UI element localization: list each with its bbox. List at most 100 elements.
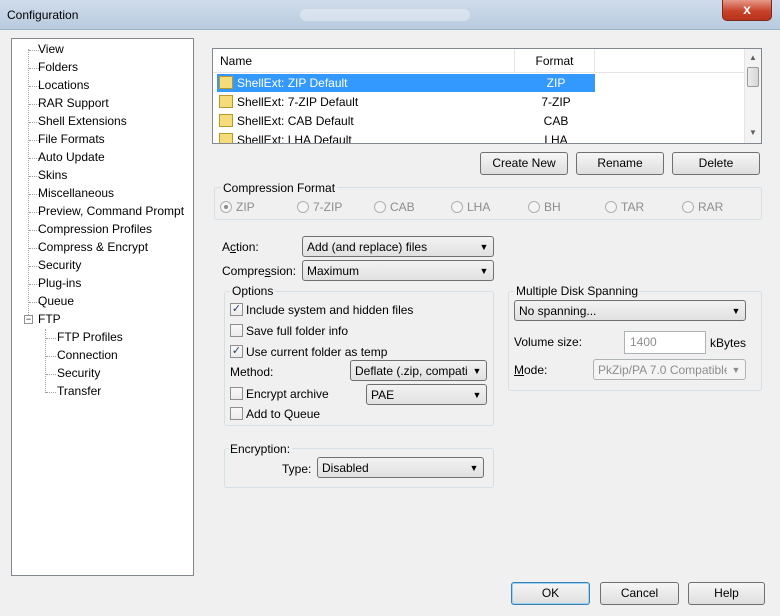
profile-icon	[219, 76, 233, 89]
column-header-name[interactable]: Name	[213, 49, 515, 73]
chevron-down-icon: ▼	[472, 390, 482, 400]
radio-dot	[297, 201, 309, 213]
list-item[interactable]: ShellExt: CAB Default CAB	[217, 112, 595, 130]
rename-button[interactable]: Rename	[576, 152, 664, 175]
tree-branch	[46, 356, 56, 357]
tree-item-queue[interactable]: Queue	[38, 293, 74, 310]
list-item[interactable]: ShellExt: LHA Default LHA	[217, 131, 595, 144]
tree-item-view[interactable]: View	[38, 41, 64, 58]
encryption-type-value: Disabled	[322, 461, 369, 475]
list-item[interactable]: ShellExt: ZIP Default ZIP	[217, 74, 595, 92]
tree-item-folders[interactable]: Folders	[38, 59, 78, 76]
help-button[interactable]: Help	[688, 582, 765, 605]
profile-icon	[219, 114, 233, 127]
ok-button[interactable]: OK	[511, 582, 590, 605]
tree-item-skins[interactable]: Skins	[38, 167, 67, 184]
check-icon: ✓	[230, 345, 243, 358]
radio-label: 7-ZIP	[313, 200, 343, 214]
scroll-thumb[interactable]	[747, 67, 759, 87]
delete-button[interactable]: Delete	[672, 152, 760, 175]
action-label-part: A	[222, 240, 231, 254]
tree-item-auto-update[interactable]: Auto Update	[38, 149, 105, 166]
chevron-down-icon: ▼	[469, 463, 479, 473]
tree-item-preview-command-prompt[interactable]: Preview, Command Prompt	[38, 203, 184, 220]
checkbox-box	[230, 324, 243, 337]
tree-item-ftp[interactable]: FTP	[38, 311, 61, 328]
spanning-value: No spanning...	[519, 304, 597, 318]
checkbox-label: Add to Queue	[246, 407, 321, 421]
tree-item-file-formats[interactable]: File Formats	[38, 131, 105, 148]
encrypt-method-value: PAE	[371, 388, 395, 402]
list-header: Name Format	[213, 49, 745, 73]
tree-item-ftp-security[interactable]: Security	[57, 365, 100, 382]
profile-format: CAB	[543, 114, 569, 128]
scroll-up-icon[interactable]: ▲	[745, 50, 761, 66]
tree-item-connection[interactable]: Connection	[57, 347, 118, 364]
radio-dot	[374, 201, 386, 213]
title-ghost-text	[300, 9, 470, 21]
method-value: Deflate (.zip, compati	[355, 364, 468, 378]
tree-item-ftp-profiles[interactable]: FTP Profiles	[57, 329, 123, 346]
radio-dot	[682, 201, 694, 213]
tree-item-plug-ins[interactable]: Plug-ins	[38, 275, 81, 292]
title-bar: Configuration x	[0, 0, 780, 30]
checkbox-box	[230, 407, 243, 420]
window-title: Configuration	[7, 8, 79, 22]
volume-size-label: Volume size:	[514, 335, 583, 349]
profile-name: ShellExt: LHA Default	[237, 133, 352, 144]
profiles-list[interactable]: Name Format ShellExt: ZIP Default ZIP Sh…	[212, 48, 762, 144]
tree-item-miscellaneous[interactable]: Miscellaneous	[38, 185, 114, 202]
checkbox-label: Encrypt archive	[246, 387, 329, 401]
tree-item-compression-profiles[interactable]: Compression Profiles	[38, 221, 152, 238]
vertical-scrollbar[interactable]: ▲ ▼	[744, 49, 761, 143]
encryption-type-select[interactable]: Disabled ▼	[317, 457, 484, 478]
scroll-down-icon[interactable]: ▼	[745, 125, 761, 141]
checkbox-box	[230, 387, 243, 400]
action-select[interactable]: Add (and replace) files ▼	[302, 236, 494, 257]
radio-label: TAR	[621, 200, 645, 214]
method-select[interactable]: Deflate (.zip, compati ▼	[350, 360, 487, 381]
checkbox-label: Include system and hidden files	[246, 303, 414, 317]
close-button[interactable]: x	[722, 0, 772, 21]
tree-item-security[interactable]: Security	[38, 257, 81, 274]
compression-label-part: Compre	[222, 264, 265, 278]
mode-label: Mode:	[514, 362, 547, 378]
radio-dot	[605, 201, 617, 213]
mode-value: PkZip/PA 7.0 Compatible	[598, 363, 727, 377]
spanning-select[interactable]: No spanning... ▼	[514, 300, 746, 321]
column-header-format[interactable]: Format	[515, 49, 595, 73]
profile-name: ShellExt: CAB Default	[237, 114, 354, 128]
tree-item-rar-support[interactable]: RAR Support	[38, 95, 109, 112]
tree-item-transfer[interactable]: Transfer	[57, 383, 101, 400]
compression-select[interactable]: Maximum ▼	[302, 260, 494, 281]
radio-label: ZIP	[236, 200, 255, 214]
radio-label: LHA	[467, 200, 491, 214]
volume-unit-label: kBytes	[710, 336, 747, 350]
compression-label-part: sion:	[270, 264, 297, 278]
create-new-button[interactable]: Create New	[480, 152, 568, 175]
mode-select[interactable]: PkZip/PA 7.0 Compatible ▼	[593, 359, 746, 380]
tree-item-compress-encrypt[interactable]: Compress & Encrypt	[38, 239, 148, 256]
collapse-icon[interactable]: −	[24, 315, 33, 324]
cancel-button[interactable]: Cancel	[600, 582, 679, 605]
chevron-down-icon: ▼	[472, 366, 482, 376]
profile-format: LHA	[544, 133, 568, 144]
tree-item-locations[interactable]: Locations	[38, 77, 89, 94]
tree-item-shell-extensions[interactable]: Shell Extensions	[38, 113, 127, 130]
volume-size-input[interactable]: 1400	[624, 331, 706, 354]
check-icon: ✓	[230, 303, 243, 316]
tree-branch	[46, 338, 56, 339]
chevron-down-icon: ▼	[731, 306, 741, 316]
action-label-part: tion:	[236, 240, 259, 254]
options-label: Options	[230, 284, 276, 298]
compression-label: Compression:	[222, 263, 296, 279]
radio-dot	[451, 201, 463, 213]
spanning-label: Multiple Disk Spanning	[514, 284, 641, 298]
tree-branch	[46, 392, 56, 393]
encrypt-method-select[interactable]: PAE ▼	[366, 384, 487, 405]
settings-tree[interactable]: View Folders Locations RAR Support Shell…	[11, 38, 194, 576]
radio-dot	[220, 201, 232, 213]
checkbox-label: Use current folder as temp	[246, 345, 388, 359]
compression-format-label: Compression Format	[221, 181, 338, 195]
list-item[interactable]: ShellExt: 7-ZIP Default 7-ZIP	[217, 93, 595, 111]
